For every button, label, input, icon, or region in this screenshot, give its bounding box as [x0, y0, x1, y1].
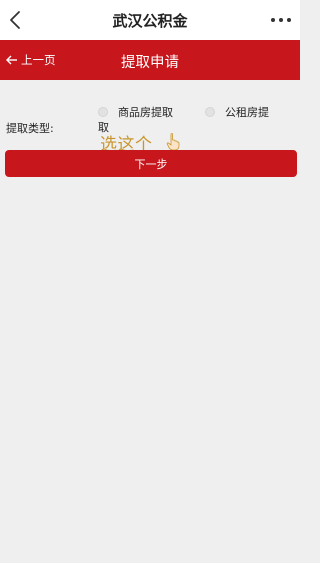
page-header: 上一页 提取申请: [0, 40, 300, 80]
next-step-button[interactable]: 下一步: [5, 150, 297, 177]
top-nav-bar: 武汉公积金: [0, 0, 300, 40]
option-label: 商品房提取: [118, 106, 173, 119]
radio-button[interactable]: [98, 107, 108, 117]
more-options-icon[interactable]: [268, 13, 294, 27]
option-public-rental-housing[interactable]: 公租房提: [205, 104, 269, 120]
option-label: 公租房提: [225, 106, 269, 119]
radio-button[interactable]: [205, 107, 215, 117]
option-commercial-housing[interactable]: 商品房提取: [98, 104, 173, 120]
page-title: 提取申请: [121, 55, 179, 71]
app-title: 武汉公积金: [112, 12, 188, 30]
pointing-hand-icon: [166, 133, 180, 151]
withdrawal-type-label: 提取类型:: [6, 122, 54, 135]
app-screen: 武汉公积金 上一页 提取申请 商品房提取 公租房提 提取类型: 取 选这个 下一…: [0, 0, 300, 563]
